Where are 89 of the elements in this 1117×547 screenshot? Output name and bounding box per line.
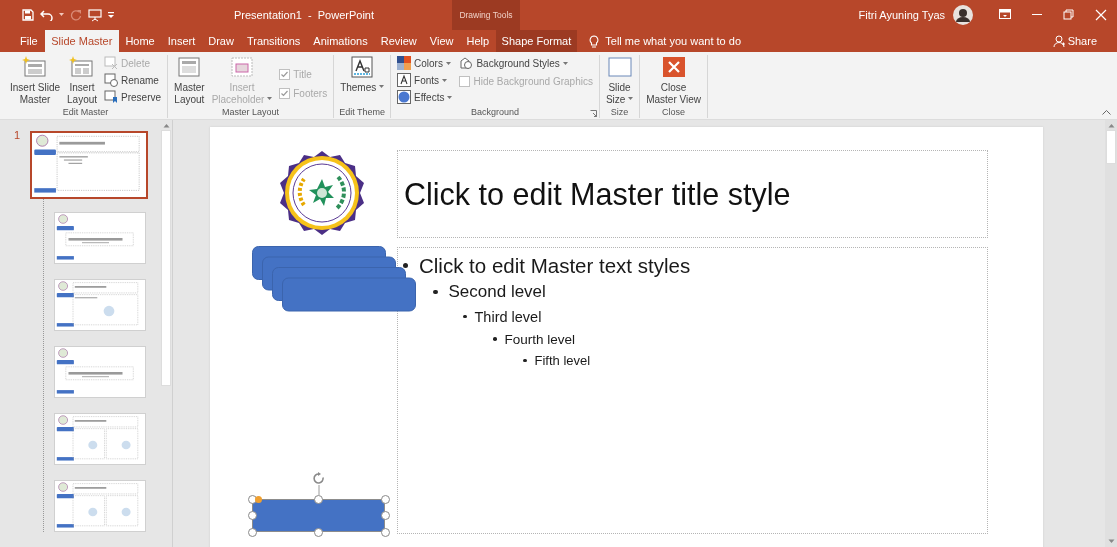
ribbon-button[interactable]: Close Master View (644, 55, 704, 105)
scrollbar-thumb[interactable] (161, 130, 171, 386)
bullet-text: Fourth level (504, 331, 576, 347)
ribbon-tab[interactable]: File (13, 30, 45, 52)
title-placeholder[interactable]: Click to edit Master title style (397, 150, 988, 238)
resize-handle[interactable] (314, 494, 323, 504)
bullet-text: Fifth level (534, 353, 591, 368)
presentation-icon[interactable] (88, 8, 102, 22)
bullet-icon (433, 289, 438, 295)
scroll-up-icon[interactable] (162, 123, 170, 128)
resize-handle[interactable] (314, 527, 323, 537)
ribbon-icon (228, 55, 255, 79)
ribbon-icon (104, 73, 119, 87)
ribbon-icon (660, 55, 687, 79)
ribbon-tab[interactable]: Draw (201, 30, 241, 52)
ribbon-button[interactable]: Effects (395, 89, 455, 105)
ribbon-display-icon[interactable] (999, 9, 1011, 21)
ribbon-icon (104, 56, 119, 70)
stacked-rectangles-drawing[interactable] (252, 246, 416, 312)
ribbon-button[interactable]: Rename (102, 72, 164, 88)
group-label: Edit Theme (339, 106, 385, 117)
ribbon-tab[interactable]: Animations (306, 30, 375, 52)
group-label: Background (470, 106, 519, 117)
bullet-text: Third level (474, 308, 542, 325)
redo-icon (70, 9, 82, 21)
ribbon-icon (69, 55, 96, 79)
ribbon-button[interactable]: Insert Slide Master (8, 55, 63, 105)
ribbon-button[interactable]: Themes (338, 55, 387, 94)
close-icon[interactable] (1095, 9, 1107, 21)
ribbon-button[interactable]: Colors (395, 55, 455, 71)
rotation-handle[interactable] (311, 472, 326, 495)
caret-icon[interactable] (108, 11, 114, 19)
ribbon-button[interactable]: Slide Size (603, 55, 636, 105)
share-button[interactable]: Share (1046, 30, 1103, 52)
slide-title: Click to edit Master title style (404, 176, 791, 212)
slide-number: 1 (13, 129, 22, 141)
ribbon-icon (22, 55, 48, 79)
ribbon-button[interactable]: Fonts (395, 72, 455, 88)
group-label: Close (662, 106, 686, 117)
ribbon-button[interactable]: Insert Layout (65, 55, 100, 105)
ribbon-icon (176, 55, 203, 79)
person-icon (1052, 34, 1065, 48)
collapse-ribbon-icon[interactable] (1102, 110, 1111, 115)
ribbon-tab[interactable]: Home (118, 30, 162, 52)
ribbon-icon (349, 55, 376, 79)
rectangle-shape[interactable] (252, 499, 385, 532)
tell-me-field[interactable]: Tell me what you want to do (605, 35, 742, 47)
scroll-down-icon[interactable] (1107, 539, 1115, 544)
avatar-icon[interactable] (953, 5, 973, 25)
context-tab-label: Drawing Tools (459, 10, 513, 20)
ribbon-icon (397, 90, 412, 104)
bullet-text: Second level (448, 282, 546, 302)
bullet-icon (523, 358, 527, 363)
adjustment-handle[interactable] (255, 496, 262, 503)
ribbon-tab[interactable]: Shape Format (495, 30, 578, 52)
ribbon-tab[interactable]: Help (459, 30, 496, 52)
group-label: Master Layout (222, 106, 280, 117)
ribbon-tab[interactable]: Transitions (240, 30, 307, 52)
scroll-up-icon[interactable] (1107, 123, 1115, 128)
ribbon-icon (104, 90, 119, 104)
scrollbar[interactable] (1105, 120, 1117, 547)
user-name[interactable]: Fitri Ayuning Tyas (858, 9, 945, 21)
bullet-text: Click to edit Master text styles (419, 253, 691, 278)
scrollbar-thumb[interactable] (1106, 130, 1116, 164)
bullet-icon (463, 314, 467, 319)
ribbon-tab[interactable]: View (423, 30, 460, 52)
ribbon-icon (397, 56, 412, 70)
ribbon-tab[interactable]: Slide Master (44, 30, 119, 52)
ribbon-icon (459, 56, 474, 70)
ribbon-button[interactable]: Master Layout (172, 55, 207, 105)
ribbon-button[interactable]: Preserve (102, 89, 164, 105)
dialog-launcher-icon[interactable] (589, 110, 597, 117)
window-title: Presentation1 - PowerPoint (234, 9, 375, 21)
ribbon-tab[interactable]: Insert (161, 30, 202, 52)
bullet-icon (493, 337, 497, 341)
undo-icon[interactable] (40, 9, 53, 21)
slide-thumbnail[interactable] (30, 131, 148, 199)
caret-icon[interactable] (59, 13, 64, 17)
save-icon[interactable] (22, 9, 34, 21)
group-label: Edit Master (62, 106, 109, 117)
group-label: Size (610, 106, 629, 117)
scrollbar[interactable] (160, 120, 173, 547)
ribbon-icon (397, 73, 412, 87)
ribbon-button[interactable]: Background Styles (457, 55, 595, 71)
ribbon-tab[interactable]: Review (374, 30, 424, 52)
lightbulb-icon (589, 34, 600, 48)
restore-icon[interactable] (1063, 9, 1075, 21)
ribbon-icon (606, 55, 633, 79)
bullet-icon (403, 263, 408, 268)
